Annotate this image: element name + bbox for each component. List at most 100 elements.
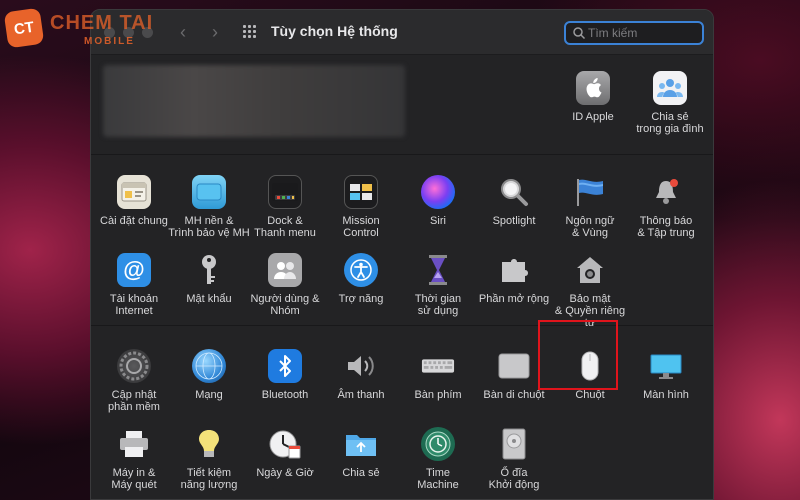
- show-all-grid-icon[interactable]: [243, 25, 259, 39]
- pref-label: Người dùng & Nhóm: [250, 293, 320, 317]
- pref-language-region[interactable]: Ngôn ngữ & Vùng: [549, 175, 631, 239]
- pref-keyboard[interactable]: Bàn phím: [397, 349, 479, 401]
- pref-label: Ngày & Giờ: [256, 467, 314, 479]
- pref-passwords[interactable]: Mật khẩu: [168, 253, 250, 305]
- pref-displays[interactable]: Màn hình: [625, 349, 707, 401]
- search-icon: [573, 27, 586, 40]
- pref-label: Trợ năng: [338, 293, 384, 305]
- selection-highlight-displays: [538, 320, 618, 390]
- pref-extensions[interactable]: Phần mở rộng: [473, 253, 555, 305]
- desktop-screensaver-icon: [192, 175, 226, 209]
- pref-label: Time Machine: [417, 467, 459, 491]
- pref-label: Phần mở rộng: [478, 293, 550, 305]
- pref-label: Spotlight: [492, 215, 536, 227]
- pref-label: ID Apple: [572, 111, 614, 123]
- search-input[interactable]: [588, 25, 698, 41]
- notifications-icon: [649, 175, 683, 209]
- forward-arrow-icon[interactable]: ›: [212, 22, 218, 43]
- pref-label: Âm thanh: [337, 389, 385, 401]
- pref-label: Dock & Thanh menu: [254, 215, 316, 239]
- pref-network[interactable]: Mạng: [168, 349, 250, 401]
- pref-label: Cài đặt chung: [100, 215, 168, 227]
- pref-screen-time[interactable]: Thời gian sử dụng: [397, 253, 479, 317]
- pref-security-privacy[interactable]: Bảo mật & Quyền riêng tư: [549, 253, 631, 329]
- watermark-logo: CT CHEM TAI MOBILE: [2, 2, 202, 52]
- pref-sound[interactable]: Âm thanh: [320, 349, 402, 401]
- date-time-icon: [268, 427, 302, 461]
- pref-label: Chia sẻ trong gia đình: [636, 111, 704, 135]
- pref-internet-accounts[interactable]: @ Tài khoản Internet: [93, 253, 175, 317]
- pref-label: Chia sẻ: [342, 467, 380, 479]
- displays-icon: [649, 349, 683, 383]
- software-update-icon: [117, 349, 151, 383]
- extensions-icon: [497, 253, 531, 287]
- preferences-section-hardware: Cập nhật phần mềm Mạng Bluetooth Âm than…: [91, 327, 713, 499]
- pref-label: Thông báo & Tập trung: [637, 215, 695, 239]
- startup-disk-icon: [497, 427, 531, 461]
- sound-icon: [344, 349, 378, 383]
- pref-label: Tài khoản Internet: [109, 293, 159, 317]
- pref-label: Ổ đĩa Khởi động: [488, 467, 540, 491]
- pref-label: Mạng: [195, 389, 223, 401]
- window-title: Tùy chọn Hệ thống: [271, 23, 398, 39]
- dock-icon: [268, 175, 302, 209]
- pref-time-machine[interactable]: Time Machine: [397, 427, 479, 491]
- pref-general[interactable]: Cài đặt chung: [93, 175, 175, 227]
- family-sharing-icon: [653, 71, 687, 105]
- pref-label: Mật khẩu: [186, 293, 232, 305]
- pref-label: Ngôn ngữ & Vùng: [565, 215, 615, 239]
- pref-label: Siri: [430, 215, 446, 227]
- pref-spotlight[interactable]: Spotlight: [473, 175, 555, 227]
- account-section: ID Apple Chia sẻ trong gia đình: [91, 55, 713, 155]
- trackpad-icon: [497, 349, 531, 383]
- pref-notifications[interactable]: Thông báo & Tập trung: [625, 175, 707, 239]
- pref-mission-control[interactable]: Mission Control: [320, 175, 402, 239]
- keyboard-icon: [421, 349, 455, 383]
- logo-badge: CT: [3, 7, 45, 49]
- preferences-section-personal: Cài đặt chung MH nền & Trình bảo vệ MH D…: [91, 156, 713, 329]
- pref-family-sharing[interactable]: Chia sẻ trong gia đình: [629, 71, 711, 135]
- system-preferences-window: ‹ › Tùy chọn Hệ thống ID Apple: [90, 9, 714, 500]
- printers-scanners-icon: [117, 427, 151, 461]
- sharing-icon: [344, 427, 378, 461]
- logo-name: CHEM TAI: [50, 12, 154, 34]
- pref-printers-scanners[interactable]: Máy in & Máy quét: [93, 427, 175, 491]
- pref-desktop-screensaver[interactable]: MH nền & Trình bảo vệ MH: [168, 175, 250, 239]
- general-icon: [117, 175, 151, 209]
- blurred-user-banner: [103, 65, 405, 137]
- pref-apple-id[interactable]: ID Apple: [552, 71, 634, 123]
- pref-label: Cập nhật phần mềm: [108, 389, 160, 413]
- apple-icon: [576, 71, 610, 105]
- siri-icon: [421, 175, 455, 209]
- pref-date-time[interactable]: Ngày & Giờ: [244, 427, 326, 479]
- users-groups-icon: [268, 253, 302, 287]
- pref-label: Máy in & Máy quét: [111, 467, 157, 491]
- pref-label: Bàn di chuột: [483, 389, 545, 401]
- internet-accounts-icon: @: [117, 253, 151, 287]
- passwords-icon: [192, 253, 226, 287]
- mission-control-icon: [344, 175, 378, 209]
- pref-label: Màn hình: [643, 389, 689, 401]
- pref-siri[interactable]: Siri: [397, 175, 479, 227]
- pref-energy-saver[interactable]: Tiết kiệm năng lượng: [168, 427, 250, 491]
- search-field[interactable]: [564, 21, 704, 45]
- accessibility-icon: [344, 253, 378, 287]
- pref-startup-disk[interactable]: Ổ đĩa Khởi động: [473, 427, 555, 491]
- time-machine-icon: [421, 427, 455, 461]
- pref-software-update[interactable]: Cập nhật phần mềm: [93, 349, 175, 413]
- pref-users-groups[interactable]: Người dùng & Nhóm: [244, 253, 326, 317]
- energy-saver-icon: [192, 427, 226, 461]
- pref-bluetooth[interactable]: Bluetooth: [244, 349, 326, 401]
- bluetooth-icon: [268, 349, 302, 383]
- pref-label: Thời gian sử dụng: [414, 293, 462, 317]
- pref-label: Mission Control: [342, 215, 380, 239]
- language-region-icon: [573, 175, 607, 209]
- pref-dock-menubar[interactable]: Dock & Thanh menu: [244, 175, 326, 239]
- pref-label: Tiết kiệm năng lượng: [180, 467, 238, 491]
- pref-accessibility[interactable]: Trợ năng: [320, 253, 402, 305]
- screen-time-icon: [421, 253, 455, 287]
- network-icon: [192, 349, 226, 383]
- pref-sharing[interactable]: Chia sẻ: [320, 427, 402, 479]
- security-privacy-icon: [573, 253, 607, 287]
- logo-subtitle: MOBILE: [84, 36, 135, 47]
